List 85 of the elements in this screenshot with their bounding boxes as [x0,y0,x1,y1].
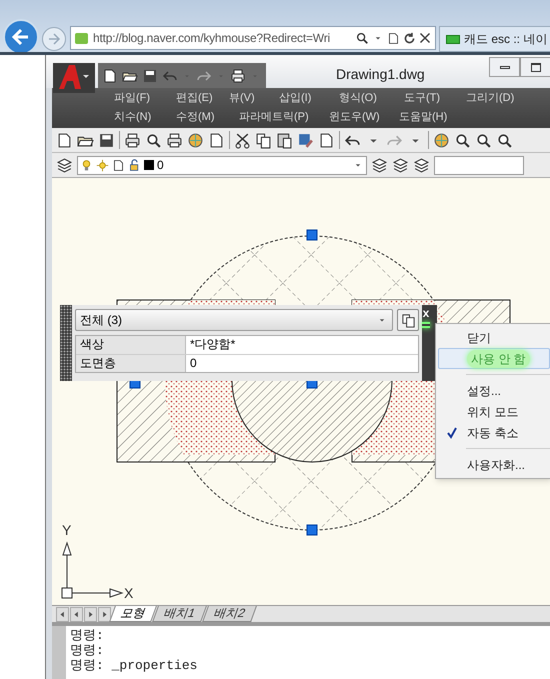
menu-item[interactable]: 설정... [438,380,550,401]
grip-handle[interactable] [306,524,318,536]
color-swatch [144,160,154,170]
property-value[interactable]: 0 [186,355,418,372]
zoom-icon[interactable] [454,132,471,148]
menu-item[interactable]: 치수(N) [114,109,152,126]
bulb-icon[interactable] [80,158,93,172]
menu-item[interactable]: 삽입(I) [279,90,312,106]
menu-item[interactable]: 닫기 [438,327,550,348]
maximize-icon [530,62,540,72]
nav-first-icon[interactable] [56,607,69,622]
grip-handle[interactable] [306,230,318,240]
paste-icon[interactable] [276,132,293,148]
options-icon[interactable] [422,322,430,328]
menu-item[interactable]: 파일(F) [114,90,150,106]
quick-select-icon[interactable] [400,312,416,328]
page-icon[interactable] [112,158,125,172]
nav-last-icon[interactable] [98,607,111,622]
layers-icon[interactable] [56,156,73,174]
printer-icon[interactable] [124,132,141,148]
search-icon[interactable] [355,31,369,45]
axis-label: X [124,586,134,600]
menu-item[interactable]: 위치 모드 [438,401,550,422]
nav-prev-icon[interactable] [70,607,83,622]
menu-item[interactable]: 자동 축소 [438,422,550,443]
command-line: 명령: _properties [70,658,198,673]
property-label: 색상 [76,336,186,354]
document-icon[interactable] [102,68,118,84]
grip-bar[interactable] [52,626,66,679]
menu-item[interactable]: 파라메트릭(P) [239,109,309,126]
quick-select-button[interactable] [397,309,419,331]
grip-handle[interactable] [60,305,72,381]
menu-item[interactable]: 편집(E) [176,90,213,106]
menu-item[interactable]: 형식(O) [339,90,377,106]
minimize-button[interactable] [489,57,520,77]
layer-name: 0 [157,157,164,174]
refresh-icon[interactable] [403,32,416,44]
menu-item[interactable]: 뷰(V) [229,90,255,106]
zoom-icon[interactable] [496,132,513,148]
ucs-icon [62,541,124,598]
dropdown-field[interactable] [434,156,524,174]
printer-icon[interactable] [166,132,183,148]
command-line: 명령: [70,628,105,643]
layers-icon[interactable] [392,156,409,174]
browser-tab[interactable]: 캐드 esc :: 네이 [439,26,550,52]
page-icon[interactable] [318,132,335,148]
maximize-button[interactable] [520,57,550,77]
property-label: 도면층 [76,355,186,372]
lock-icon[interactable] [128,158,141,172]
menu-item[interactable]: 수정(M) [176,109,214,126]
layout-tab[interactable]: 모형 [109,606,157,622]
menu-item[interactable]: 도움말(H) [399,109,448,126]
address-field[interactable]: http://blog.naver.com/kyhmouse?Redirect=Wri [70,26,436,50]
site-icon [446,34,460,44]
save-icon[interactable] [142,68,158,84]
window-title: Drawing1.dwg [336,65,425,84]
menu-item[interactable]: 사용자화... [438,454,550,475]
printer-icon[interactable] [230,68,246,84]
layer-dropdown[interactable]: 0 [77,156,367,174]
zoom-icon[interactable] [475,132,492,148]
nav-next-icon[interactable] [84,607,97,622]
menu-item[interactable]: 윈도우(W) [329,109,380,126]
selection-dropdown[interactable]: 전체 (3) [75,309,393,331]
arrow-icon [11,27,31,47]
minimize-icon [500,66,510,68]
save-icon[interactable] [98,132,115,148]
scissors-icon[interactable] [234,132,251,148]
address-text: http://blog.naver.com/kyhmouse?Redirect=Wri [93,30,330,47]
arrow-icon [47,32,61,46]
command-line: 명령: [70,643,105,658]
axis-label: Y [62,523,72,537]
layers-icon[interactable] [371,156,388,174]
layout-tab[interactable]: 배치2 [202,606,256,622]
menu-item[interactable]: 도구(T) [404,90,440,106]
copy-icon[interactable] [255,132,272,148]
document-icon[interactable] [56,132,73,148]
site-icon [75,32,88,44]
globe-icon[interactable] [187,132,204,148]
layers-icon[interactable] [413,156,430,174]
layout-tab[interactable]: 배치1 [152,606,207,622]
property-value[interactable]: *다양함* [186,336,418,354]
menu-item[interactable]: 그리기(D) [466,90,514,106]
close-button[interactable]: x [422,307,430,319]
close-icon[interactable] [419,32,431,44]
page-icon[interactable] [208,132,225,148]
